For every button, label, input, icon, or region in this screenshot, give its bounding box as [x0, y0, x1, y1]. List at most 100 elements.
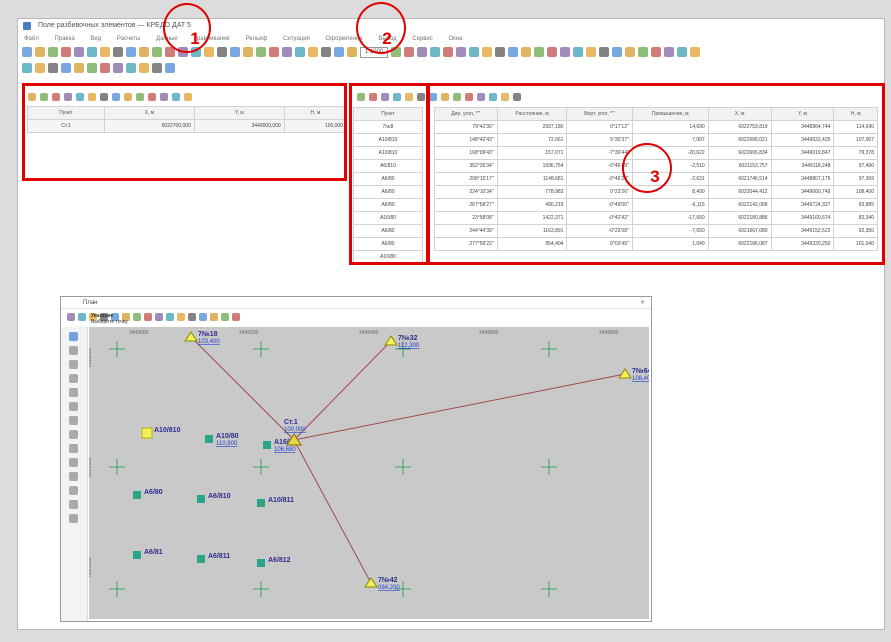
toolbar-button[interactable]	[269, 47, 279, 57]
plan-tool-button[interactable]	[69, 346, 78, 355]
toolbar-button[interactable]	[347, 47, 357, 57]
toolbar-button[interactable]	[404, 47, 414, 57]
toolbar-button[interactable]	[113, 63, 123, 73]
toolbar-button[interactable]	[417, 47, 427, 57]
toolbar-button[interactable]	[67, 313, 75, 321]
menu-item[interactable]: Файл	[24, 36, 39, 42]
toolbar-button[interactable]	[586, 47, 596, 57]
toolbar-button[interactable]	[210, 313, 218, 321]
toolbar-button[interactable]	[126, 63, 136, 73]
toolbar-button[interactable]	[430, 47, 440, 57]
plan-drawing[interactable]: 3449000 3449200 3449400 3449600 3449800 60226…	[87, 327, 654, 619]
plan-tool-button[interactable]	[69, 458, 78, 467]
toolbar-button[interactable]	[35, 63, 45, 73]
toolbar-button[interactable]	[599, 47, 609, 57]
toolbar-button[interactable]	[308, 47, 318, 57]
toolbar-button[interactable]	[534, 47, 544, 57]
toolbar-button[interactable]	[495, 47, 505, 57]
toolbar-button[interactable]	[78, 313, 86, 321]
plan-tool-button[interactable]	[69, 472, 78, 481]
toolbar-button[interactable]	[61, 63, 71, 73]
toolbar-button[interactable]	[469, 47, 479, 57]
toolbar-button[interactable]	[113, 47, 123, 57]
plan-tool-button[interactable]	[69, 374, 78, 383]
toolbar-button[interactable]	[100, 63, 110, 73]
plan-tool-button[interactable]	[69, 430, 78, 439]
toolbar-button[interactable]	[87, 47, 97, 57]
toolbar-button[interactable]	[87, 63, 97, 73]
toolbar-button[interactable]	[256, 47, 266, 57]
toolbar-button[interactable]	[166, 313, 174, 321]
toolbar-button[interactable]	[521, 47, 531, 57]
toolbar-button[interactable]	[334, 47, 344, 57]
toolbar-button[interactable]	[573, 47, 583, 57]
toolbar-button[interactable]	[74, 47, 84, 57]
toolbar-button[interactable]	[48, 63, 58, 73]
plan-canvas[interactable]: 3449000 3449200 3449400 3449600 3449800 60226…	[87, 327, 654, 619]
menu-item[interactable]: Сервис	[412, 36, 433, 42]
toolbar-button[interactable]	[133, 313, 141, 321]
toolbar-button[interactable]	[677, 47, 687, 57]
toolbar-button[interactable]	[152, 63, 162, 73]
toolbar-button[interactable]	[155, 313, 163, 321]
toolbar-button[interactable]	[217, 47, 227, 57]
toolbar-button[interactable]	[221, 313, 229, 321]
plan-tool-button[interactable]	[69, 402, 78, 411]
toolbar-button[interactable]	[22, 63, 32, 73]
toolbar-button[interactable]	[456, 47, 466, 57]
toolbar-button[interactable]	[100, 47, 110, 57]
plan-tool-button[interactable]	[69, 416, 78, 425]
toolbar-button[interactable]	[321, 47, 331, 57]
toolbar-button[interactable]	[230, 47, 240, 57]
toolbar-button[interactable]	[232, 313, 240, 321]
toolbar-button[interactable]	[152, 47, 162, 57]
toolbar-button[interactable]	[625, 47, 635, 57]
toolbar-button[interactable]	[612, 47, 622, 57]
menu-item[interactable]: Ситуация	[283, 36, 310, 42]
toolbar-button[interactable]	[204, 47, 214, 57]
plan-tool-button[interactable]	[69, 514, 78, 523]
toolbar-button[interactable]	[22, 47, 32, 57]
toolbar-button[interactable]	[295, 47, 305, 57]
toolbar-button[interactable]	[560, 47, 570, 57]
plan-tool-button[interactable]	[69, 444, 78, 453]
point-height-label: 112,300	[398, 343, 420, 349]
toolbar-button[interactable]	[690, 47, 700, 57]
toolbar-button[interactable]	[664, 47, 674, 57]
toolbar-button[interactable]	[48, 47, 58, 57]
toolbar-button[interactable]	[165, 63, 175, 73]
toolbar-button[interactable]	[126, 47, 136, 57]
toolbar-button[interactable]	[74, 63, 84, 73]
toolbar-button[interactable]	[139, 63, 149, 73]
toolbar-button[interactable]	[144, 313, 152, 321]
menu-item[interactable]: Вид	[90, 36, 101, 42]
plan-tool-button[interactable]	[69, 388, 78, 397]
menu-item[interactable]: Рельеф	[246, 36, 268, 42]
toolbar-button[interactable]	[638, 47, 648, 57]
point-name-label: А10/810	[154, 427, 181, 434]
plan-tool-button[interactable]	[69, 360, 78, 369]
toolbar-button[interactable]	[177, 313, 185, 321]
toolbar-button[interactable]	[282, 47, 292, 57]
plan-tool-button[interactable]	[69, 500, 78, 509]
toolbar-button[interactable]	[199, 313, 207, 321]
toolbar-button[interactable]	[443, 47, 453, 57]
plan-tool-button[interactable]	[69, 486, 78, 495]
axis-tick-label: 6022200	[89, 557, 93, 577]
menu-item[interactable]: Правка	[54, 36, 74, 42]
toolbar-button[interactable]	[651, 47, 661, 57]
toolbar-button[interactable]	[508, 47, 518, 57]
toolbar-button[interactable]	[61, 47, 71, 57]
toolbar-button[interactable]	[243, 47, 253, 57]
menu-item[interactable]: Окна	[448, 36, 462, 42]
station-height-label: 100,000	[284, 427, 306, 433]
toolbar-button[interactable]	[139, 47, 149, 57]
toolbar-button[interactable]	[188, 313, 196, 321]
close-icon[interactable]: ✕	[640, 297, 645, 309]
menu-item[interactable]: Расчеты	[117, 36, 140, 42]
toolbar-button[interactable]	[547, 47, 557, 57]
plan-tool-button[interactable]	[69, 332, 78, 341]
axis-tick-label: 3449200	[239, 330, 259, 336]
toolbar-button[interactable]	[35, 47, 45, 57]
toolbar-button[interactable]	[482, 47, 492, 57]
